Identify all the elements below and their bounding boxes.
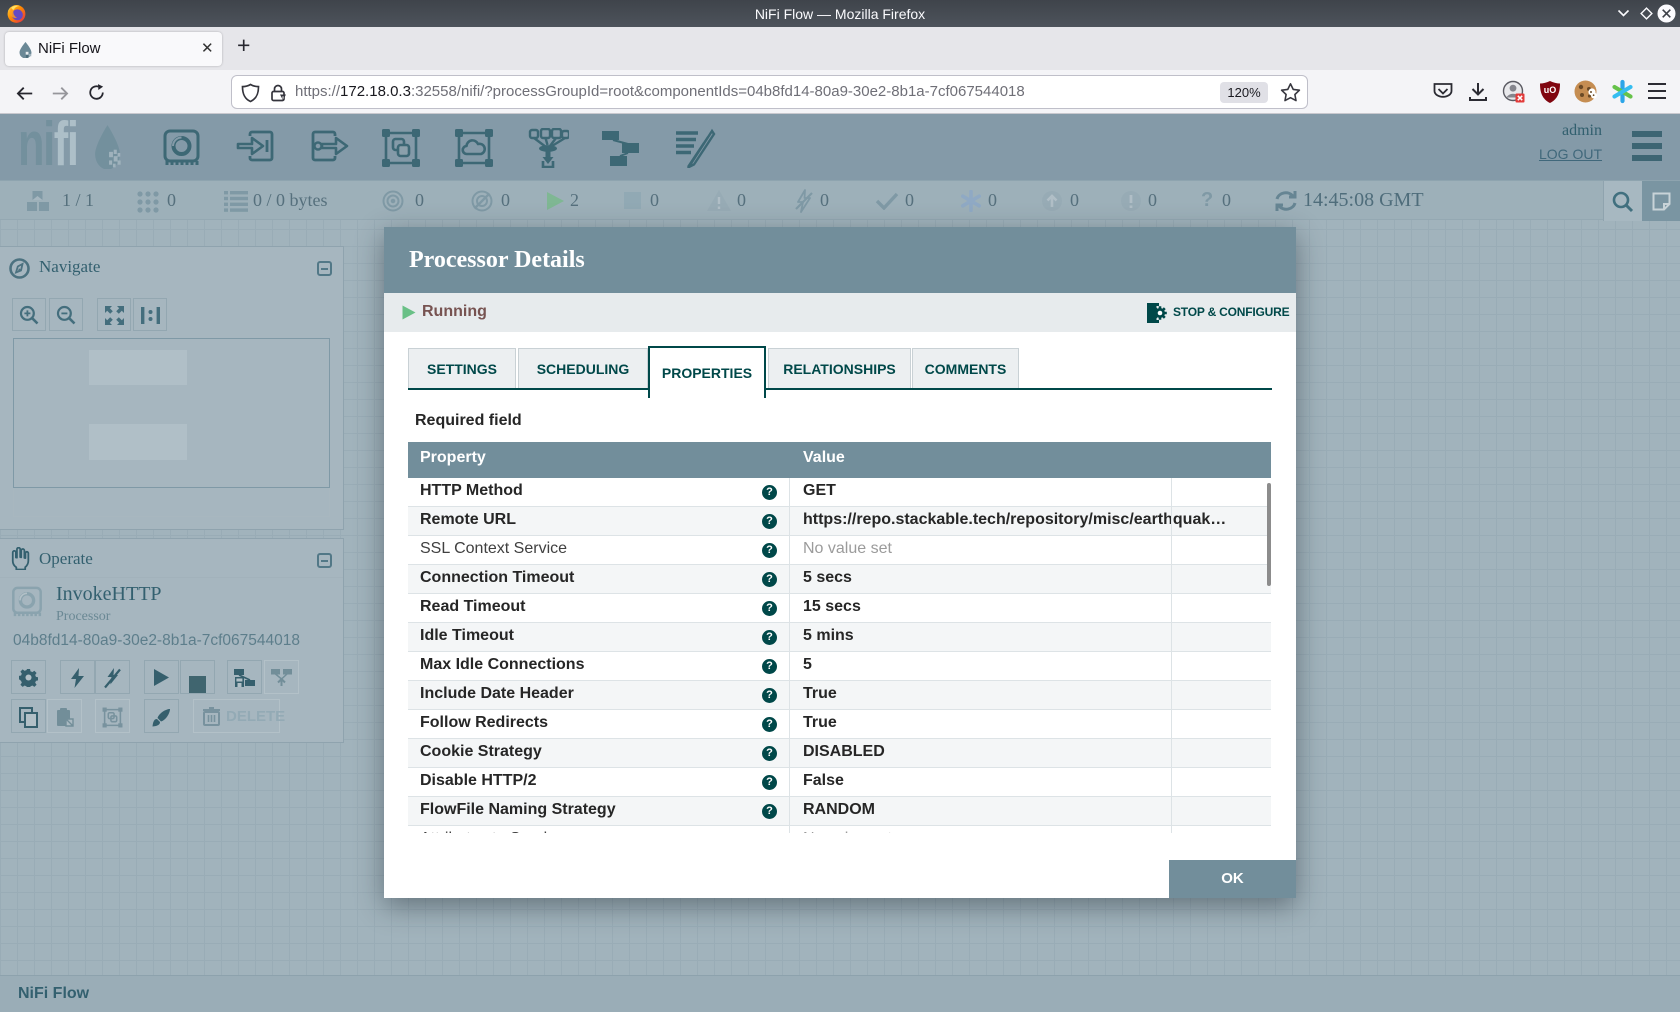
svg-text:uO: uO	[1544, 85, 1557, 95]
